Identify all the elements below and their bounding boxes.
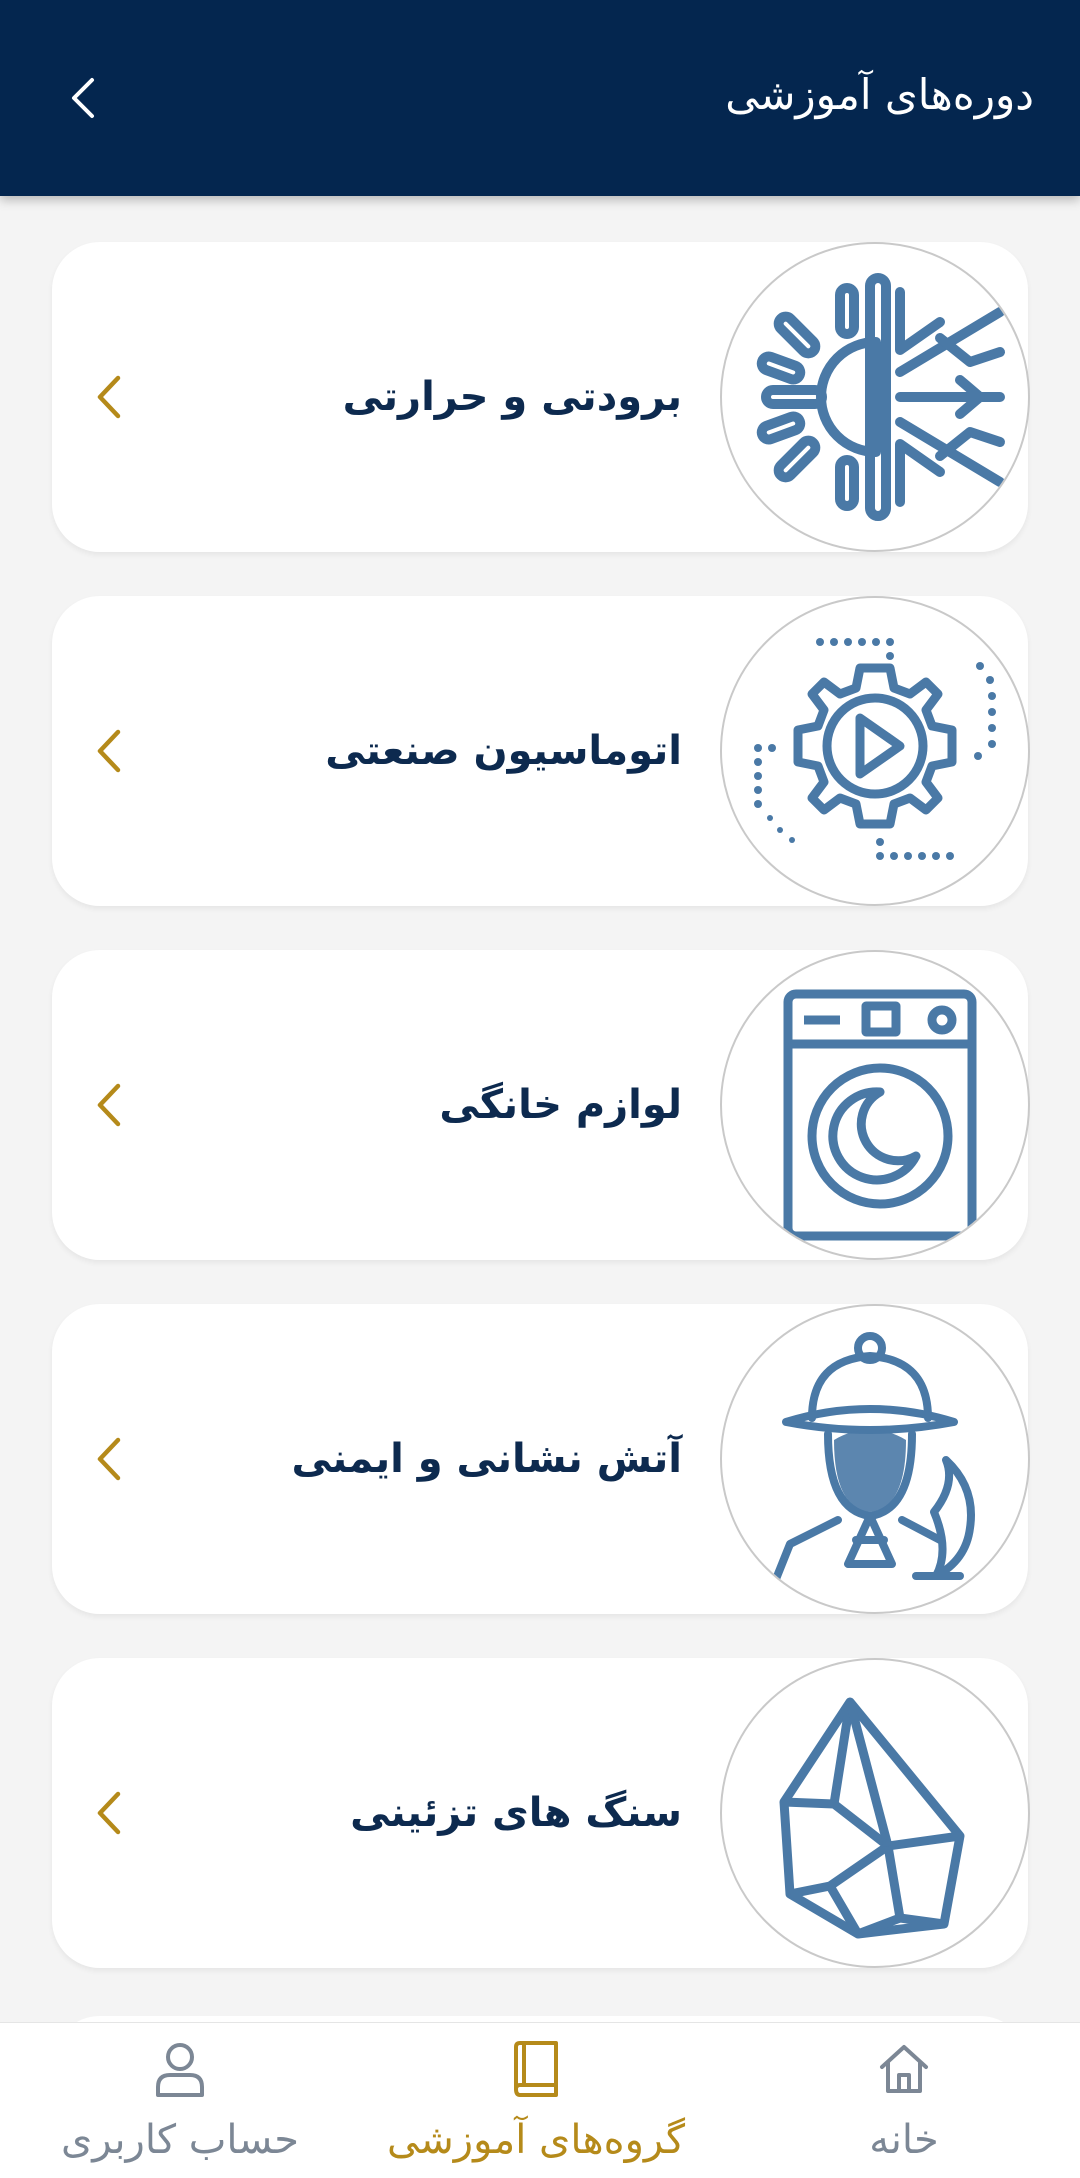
chevron-left-icon (72, 78, 94, 118)
card-thumbnail (720, 242, 1030, 552)
category-card-fire-safety[interactable]: آتش نشانی و ایمنی (52, 1304, 1030, 1614)
gemstone-icon (779, 1697, 965, 1939)
category-card-home-appliances[interactable]: لوازم خانگی (52, 950, 1030, 1260)
firefighter-icon (766, 1332, 975, 1598)
nav-courses[interactable]: گروه‌های آموزشی (386, 2023, 686, 2178)
book-icon (504, 2037, 568, 2101)
card-thumbnail (720, 1304, 1030, 1614)
nav-home[interactable]: خانه (754, 2023, 1054, 2178)
category-label: سنگ های تزئینی (350, 1790, 682, 1836)
chevron-left-icon (97, 1437, 121, 1481)
card-thumbnail (720, 1658, 1030, 1968)
nav-courses-label: گروه‌های آموزشی (386, 2117, 686, 2163)
nav-account-label: حساب کاربری (60, 2117, 300, 2163)
card-thumbnail (720, 950, 1030, 1260)
bottom-navigation: خانه گروه‌های آموزشی (0, 2022, 1080, 2178)
category-label: آتش نشانی و ایمنی (291, 1436, 683, 1482)
back-button[interactable] (54, 68, 110, 128)
nav-account[interactable]: حساب کاربری (30, 2023, 330, 2178)
category-card-decorative-stones[interactable]: سنگ های تزئینی (52, 1658, 1030, 1968)
gear-play-icon (754, 638, 996, 860)
page-title: دوره‌های آموزشی (725, 70, 1034, 119)
nav-home-label: خانه (869, 2117, 939, 2163)
chevron-left-icon (97, 1791, 121, 1835)
chevron-left-icon (97, 729, 121, 773)
chevron-left-icon (97, 1083, 121, 1127)
category-card-cooling-heating[interactable]: برودتی و حرارتی (52, 242, 1030, 552)
category-label: اتوماسیون صنعتی (325, 728, 682, 774)
chevron-left-icon (97, 375, 121, 419)
app-header: دوره‌های آموزشی (0, 0, 1080, 196)
category-card-industrial-automation[interactable]: اتوماسیون صنعتی (52, 596, 1030, 906)
user-icon (148, 2037, 212, 2101)
sun-snowflake-icon (756, 273, 1005, 521)
home-icon (872, 2037, 936, 2101)
category-label: لوازم خانگی (439, 1082, 682, 1128)
washing-machine-icon (783, 989, 977, 1241)
category-label: برودتی و حرارتی (342, 374, 682, 420)
app-screen: دوره‌های آموزشی (0, 0, 1080, 2178)
card-thumbnail (720, 596, 1030, 906)
